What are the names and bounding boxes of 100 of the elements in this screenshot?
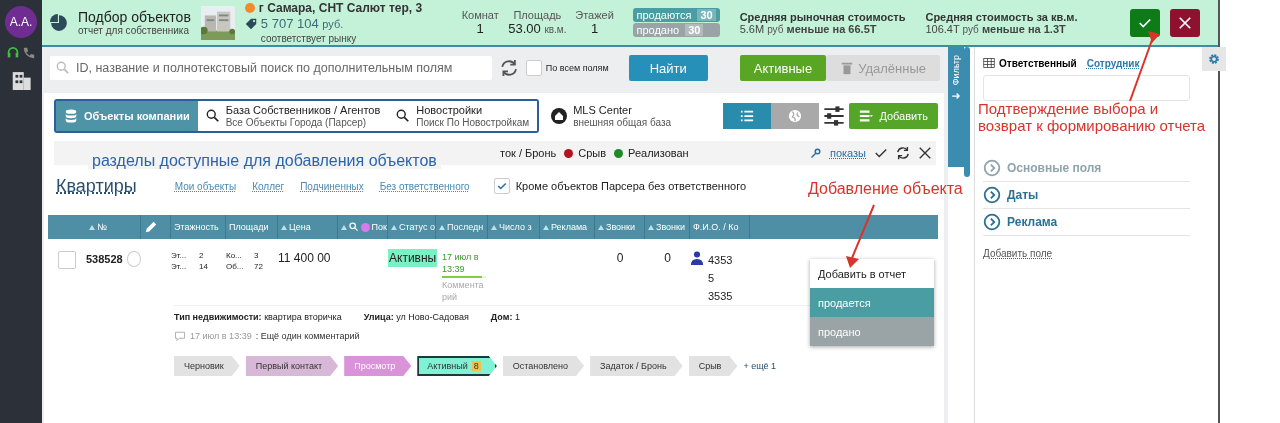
check-icon — [496, 181, 507, 191]
column-header[interactable]: Статус о — [399, 222, 435, 232]
field-value: 2 — [199, 251, 205, 260]
sort-icon[interactable] — [543, 224, 549, 230]
add-field-link[interactable]: Добавить поле — [983, 248, 1053, 259]
field-value: 3 — [254, 251, 260, 260]
price-label: Средняя стоимость за кв.м. — [925, 10, 1078, 23]
report-subtitle: отчет для собственника — [78, 24, 190, 37]
list-filter-link[interactable]: Подчиненных — [300, 180, 364, 192]
confirm-button[interactable] — [1130, 8, 1160, 37]
list-view-button[interactable] — [723, 103, 772, 129]
calls-count: 0 — [663, 251, 672, 265]
section-tab[interactable]: Объекты компании — [56, 101, 198, 131]
price-value: 106.4T руб меньше на 1.3T — [925, 22, 1067, 35]
table-icon — [983, 57, 995, 69]
comment-icon — [174, 330, 186, 342]
column-header[interactable]: Последн — [447, 222, 484, 232]
scrollbar[interactable] — [964, 47, 970, 177]
sort-icon[interactable] — [491, 224, 497, 230]
filter-tab[interactable]: Фильтр — [948, 47, 964, 167]
list-filter-link[interactable]: Мои объекты — [174, 180, 237, 192]
price-value: 5.6M руб меньше на 66.5T — [739, 22, 878, 35]
group-header[interactable]: Реклама — [1007, 215, 1058, 229]
sort-icon[interactable] — [281, 224, 287, 230]
price: 5 707 104 руб. — [260, 16, 344, 31]
panel-tab[interactable]: Ответственный — [983, 57, 1077, 69]
trash-icon — [840, 61, 855, 75]
column-header[interactable]: Реклама — [551, 222, 588, 232]
stage-step[interactable]: Задаток / Бронь — [590, 356, 683, 376]
field-label: Ко... — [226, 251, 243, 260]
stage-step[interactable]: Остановлено — [502, 356, 585, 376]
close-icon — [1178, 15, 1192, 30]
field-label: Об... — [226, 262, 245, 271]
pencil-icon — [144, 220, 158, 234]
stat-label: Площадь — [513, 9, 562, 21]
stage-step[interactable]: Просмотр — [344, 356, 412, 376]
field-value: 14 — [199, 262, 209, 271]
sort-icon[interactable] — [598, 224, 604, 230]
list-filter-link[interactable]: Без ответственного — [379, 180, 470, 192]
settings-icon — [1208, 51, 1220, 67]
find-button[interactable]: Найти — [628, 55, 708, 81]
menu-item[interactable]: продано — [810, 317, 934, 346]
group-header[interactable]: Даты — [1007, 188, 1039, 202]
more-stages-link[interactable]: + ещё 1 — [743, 361, 777, 371]
filter-tab[interactable]: Удалённые — [826, 55, 940, 81]
column-header[interactable]: Этажность — [174, 222, 219, 232]
stage-step[interactable]: Черновик — [174, 356, 240, 376]
column-header[interactable]: Число з — [499, 222, 532, 232]
comment-date: 17 июл в 13:39 — [190, 331, 252, 341]
filter-tab[interactable]: Активные — [739, 55, 827, 81]
sort-icon[interactable] — [439, 224, 445, 230]
mls-link[interactable]: MLS Center внешняя общая база — [573, 104, 672, 128]
settings-button[interactable] — [1202, 47, 1226, 71]
phone-number: 4353 — [708, 253, 733, 268]
sort-icon[interactable] — [89, 224, 95, 230]
comment-input[interactable]: Комментарий — [442, 279, 488, 303]
map-view-button[interactable] — [771, 103, 820, 129]
chevron-circle-icon — [983, 186, 1001, 204]
search-field[interactable]: ID, название и полнотекстовый поиск по дополнительным полям — [50, 56, 492, 80]
arrow-right-icon — [951, 91, 961, 102]
menu-item[interactable]: продается — [810, 288, 934, 317]
annotation-text: Добавление объекта — [808, 180, 963, 197]
menu-item[interactable]: Добавить в отчет — [810, 259, 934, 288]
row-checkbox[interactable] — [58, 251, 76, 269]
sort-icon[interactable] — [341, 224, 347, 230]
search-icon — [396, 109, 411, 123]
panel-tab[interactable]: Сотрудник — [1086, 57, 1140, 69]
column-header[interactable]: Звонки — [606, 222, 636, 232]
radio-button[interactable] — [126, 251, 141, 267]
checkbox[interactable] — [493, 178, 510, 194]
detail-field: Улица: ул Ново-Садовая — [363, 312, 469, 322]
close-button[interactable] — [1170, 8, 1200, 37]
list-filter-link[interactable]: Коллег — [252, 180, 285, 192]
sliders-icon — [823, 105, 846, 127]
sort-icon[interactable] — [648, 224, 654, 230]
shows-link[interactable]: показы — [829, 147, 866, 159]
list-title[interactable]: Квартиры — [56, 175, 137, 197]
column-header[interactable]: Площади — [229, 222, 269, 232]
column-header[interactable]: № — [97, 222, 107, 232]
column-header[interactable]: Пок — [371, 222, 387, 232]
database-icon — [64, 109, 78, 123]
checkbox[interactable] — [525, 60, 542, 76]
stage-step[interactable]: Активный 8 — [417, 356, 497, 376]
stage-step[interactable]: Первый контакт — [245, 356, 339, 376]
key-icon — [809, 147, 822, 159]
globe-icon — [788, 109, 803, 123]
column-header[interactable]: Звонки — [656, 222, 686, 232]
price-label: Средняя рыночная стоимость — [739, 10, 906, 23]
house-icon — [551, 108, 568, 124]
column-header[interactable]: Цена — [289, 222, 311, 232]
status-badge: Активны — [388, 249, 438, 267]
add-button[interactable]: Добавить — [849, 103, 938, 129]
user-avatar[interactable]: A.A. — [5, 6, 37, 38]
select-field[interactable] — [983, 75, 1190, 101]
field-label: Эт... — [171, 262, 188, 271]
headset-icon — [6, 46, 20, 60]
column-header[interactable]: Ф.И.О. / Ко — [693, 222, 739, 232]
sort-icon[interactable] — [391, 224, 397, 230]
stage-step[interactable]: Срыв — [688, 356, 738, 376]
detail-field: Тип недвижимости: квартира вторичка — [174, 312, 342, 322]
